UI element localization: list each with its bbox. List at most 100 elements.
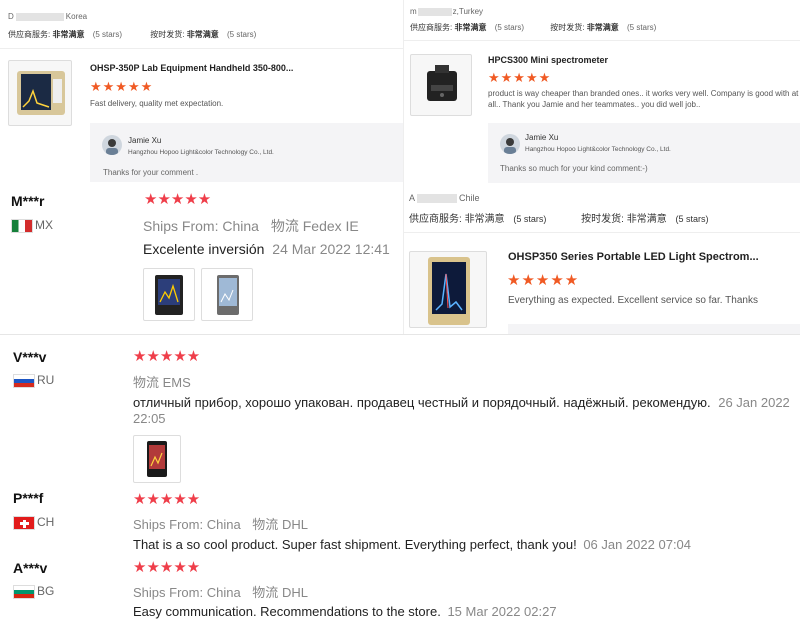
ships-from-label: Ships From: bbox=[133, 585, 204, 600]
ship-stars-text: (5 stars) bbox=[675, 214, 709, 224]
ships-info: Ships From: China 物流 DHL bbox=[133, 582, 308, 601]
product-thumbnail[interactable] bbox=[409, 251, 487, 328]
review-text-block: отличный прибор, хорошо упакован. продав… bbox=[133, 395, 798, 427]
blurred-name bbox=[15, 12, 64, 21]
service-label: 供应商服务: bbox=[8, 30, 51, 39]
buyer-line: D Korea bbox=[8, 12, 87, 21]
product-title[interactable]: HPCS300 Mini spectrometer bbox=[488, 55, 608, 65]
reviewer-name: M***r bbox=[11, 193, 45, 209]
service-stars-text: (5 stars) bbox=[92, 30, 123, 39]
ship-value: 非常满意 bbox=[586, 23, 619, 32]
spectrometer-device-image bbox=[17, 71, 65, 115]
blurred-name bbox=[417, 194, 458, 204]
buyer-line: A Chile bbox=[409, 193, 480, 204]
ships-info: 物流 EMS bbox=[133, 372, 191, 391]
country-code: MX bbox=[35, 218, 53, 232]
person-icon bbox=[106, 139, 118, 155]
review-text: Easy communication. Recommendations to t… bbox=[133, 604, 441, 619]
review-text: Everything as expected. Excellent servic… bbox=[508, 295, 758, 306]
switzerland-flag-icon bbox=[13, 515, 35, 530]
ships-from-value: China bbox=[222, 218, 259, 234]
star-rating: ★★★★★ bbox=[144, 191, 212, 208]
seller-reply: Jamie Xu Hangzhou Hopoo Light&color Tech… bbox=[488, 123, 800, 183]
avatar bbox=[102, 135, 122, 155]
ship-value: 非常满意 bbox=[626, 214, 667, 225]
buyer-country: Chile bbox=[459, 193, 480, 203]
reply-company: Hangzhou Hopoo Light&color Technology Co… bbox=[525, 146, 671, 153]
product-thumbnail[interactable] bbox=[8, 60, 72, 126]
reviewer-country: CH bbox=[13, 515, 54, 530]
ships-info: Ships From: China 物流 DHL bbox=[133, 514, 308, 533]
reply-name: Jamie Xu bbox=[128, 136, 162, 145]
review-mx: M***r MX ★★★★★ Ships From: China 物流 Fede… bbox=[0, 182, 403, 334]
device-photo bbox=[147, 441, 167, 477]
review-time: 22:05 bbox=[133, 411, 166, 426]
service-value: 非常满意 bbox=[464, 214, 505, 225]
review-ru: V***v RU ★★★★★ 物流 EMS отличный прибор, х… bbox=[0, 335, 800, 485]
review-date: 15 Mar 2022 02:27 bbox=[447, 604, 557, 619]
ship-value: 非常满意 bbox=[186, 30, 219, 39]
divider bbox=[0, 48, 403, 49]
buyer-line: m z,Turkey bbox=[410, 7, 483, 16]
reply-text: Thanks so much for your kind comment:-) bbox=[500, 164, 648, 173]
rating-line: 供应商服务: 非常满意 (5 stars) 按时发货: 非常满意 (5 star… bbox=[409, 210, 709, 225]
star-rating: ★★★★★ bbox=[133, 348, 201, 365]
ship-label: 按时发货: bbox=[150, 30, 185, 39]
ships-info: Ships From: China 物流 Fedex IE bbox=[143, 216, 359, 236]
star-rating: ★★★★★ bbox=[488, 70, 552, 85]
blurred-name bbox=[417, 7, 452, 16]
review-date: 06 Jan 2022 07:04 bbox=[583, 537, 692, 552]
mexico-flag-icon bbox=[11, 218, 33, 233]
country-code: RU bbox=[37, 373, 55, 387]
logistics-value: DHL bbox=[281, 517, 308, 532]
review-ch: P***f CH ★★★★★ Ships From: China 物流 DHL … bbox=[0, 485, 800, 555]
star-rating: ★★★★★ bbox=[90, 79, 154, 94]
review-photo[interactable] bbox=[143, 268, 195, 321]
country-code: BG bbox=[37, 584, 55, 598]
logistics-label: 物流 bbox=[133, 375, 160, 390]
ship-stars-text: (5 stars) bbox=[626, 23, 657, 32]
ship-label: 按时发货: bbox=[550, 23, 585, 32]
star-rating: ★★★★★ bbox=[133, 491, 201, 508]
reviewer-country: MX bbox=[11, 218, 53, 233]
review-text: Excelente inversión bbox=[143, 241, 265, 257]
review-text: Fast delivery, quality met expectation. bbox=[90, 99, 224, 108]
logistics-value: Fedex IE bbox=[302, 218, 359, 234]
logistics-value: DHL bbox=[281, 585, 308, 600]
review-photo[interactable] bbox=[133, 435, 181, 483]
review-text-line: Easy communication. Recommendations to t… bbox=[133, 604, 557, 619]
review-text: That is a so cool product. Super fast sh… bbox=[133, 537, 577, 552]
star-rating: ★★★★★ bbox=[133, 559, 201, 576]
review-date: 24 Mar 2022 12:41 bbox=[272, 241, 390, 257]
product-thumbnail[interactable] bbox=[410, 54, 472, 116]
buyer-prefix: D bbox=[8, 12, 14, 21]
review-bg: A***v BG ★★★★★ Ships From: China 物流 DHL … bbox=[0, 555, 800, 632]
reply-name: Jamie Xu bbox=[525, 133, 559, 142]
product-title[interactable]: OHSP350 Series Portable LED Light Spectr… bbox=[508, 251, 759, 263]
ships-from-label: Ships From: bbox=[133, 517, 204, 532]
review-text-line: That is a so cool product. Super fast sh… bbox=[133, 537, 691, 552]
reply-text: Thanks for your comment . bbox=[103, 168, 199, 177]
seller-reply: Jamie Xu Hangzhou Hopoo Light&color Tech… bbox=[90, 123, 403, 182]
led-spectrometer-image bbox=[428, 257, 470, 325]
review-photo[interactable] bbox=[201, 268, 253, 321]
ships-from-value: China bbox=[206, 585, 241, 600]
review-card-chile: A Chile 供应商服务: 非常满意 (5 stars) 按时发货: 非常满意 … bbox=[403, 187, 800, 334]
reviewer-country: BG bbox=[13, 584, 54, 599]
product-title[interactable]: OHSP-350P Lab Equipment Handheld 350-800… bbox=[90, 63, 293, 73]
service-value: 非常满意 bbox=[52, 30, 85, 39]
mini-spectrometer-image bbox=[427, 65, 457, 101]
buyer-prefix: m bbox=[410, 7, 417, 16]
logistics-label: 物流 bbox=[270, 218, 299, 234]
russia-flag-icon bbox=[13, 373, 35, 388]
rating-line: 供应商服务: 非常满意 (5 stars) 按时发货: 非常满意 (5 star… bbox=[410, 22, 656, 33]
reviewer-name: A***v bbox=[13, 560, 48, 576]
ship-stars-text: (5 stars) bbox=[226, 30, 257, 39]
bulgaria-flag-icon bbox=[13, 584, 35, 599]
review-card-turkey: m z,Turkey 供应商服务: 非常满意 (5 stars) 按时发货: 非常… bbox=[403, 0, 800, 187]
device-photo bbox=[155, 275, 183, 315]
review-date: 26 Jan 2022 bbox=[718, 395, 790, 410]
service-value: 非常满意 bbox=[454, 23, 487, 32]
review-card-korea: D Korea 供应商服务: 非常满意 (5 stars) 按时发货: 非常满意 … bbox=[0, 0, 403, 182]
divider bbox=[404, 40, 800, 41]
